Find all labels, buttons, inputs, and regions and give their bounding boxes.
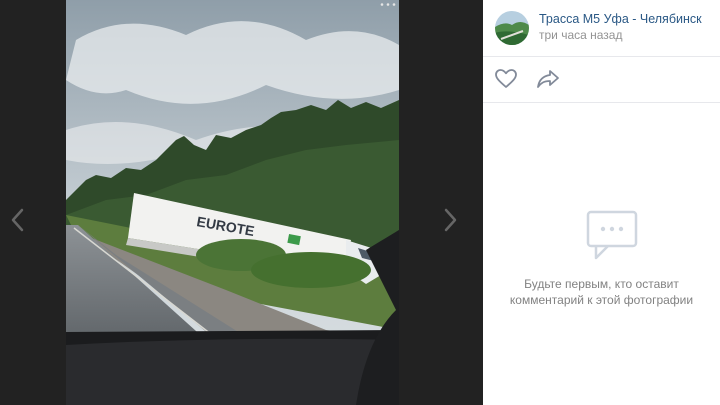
speech-bubble-icon [586,210,638,260]
comments-panel: Трасса М5 Уфа - Челябинск три часа назад… [483,0,720,405]
photo-image: EUROTE [66,0,399,405]
like-button[interactable] [494,67,518,91]
empty-comments-line-1: Будьте первым, кто оставит [524,277,679,291]
empty-comments-message: Будьте первым, кто оставит комментарий к… [483,276,720,308]
post-header: Трасса М5 Уфа - Челябинск три часа назад [483,0,720,57]
chevron-right-icon [444,208,457,232]
share-button[interactable] [536,67,560,91]
post-actions [483,57,720,103]
avatar-image [495,11,529,45]
next-photo-button[interactable] [436,200,466,240]
share-arrow-icon [537,70,559,88]
photo[interactable]: EUROTE [66,0,399,405]
photo-viewer: EUROTE [0,0,483,405]
photo-menu-icon[interactable] [380,3,396,6]
heart-icon [495,69,517,88]
chevron-left-icon [11,208,24,232]
author-name-link[interactable]: Трасса М5 Уфа - Челябинск [539,12,702,26]
previous-photo-button[interactable] [2,200,32,240]
post-time[interactable]: три часа назад [539,28,622,42]
empty-comments-line-2: комментарий к этой фотографии [509,293,694,307]
author-avatar[interactable] [495,11,529,45]
